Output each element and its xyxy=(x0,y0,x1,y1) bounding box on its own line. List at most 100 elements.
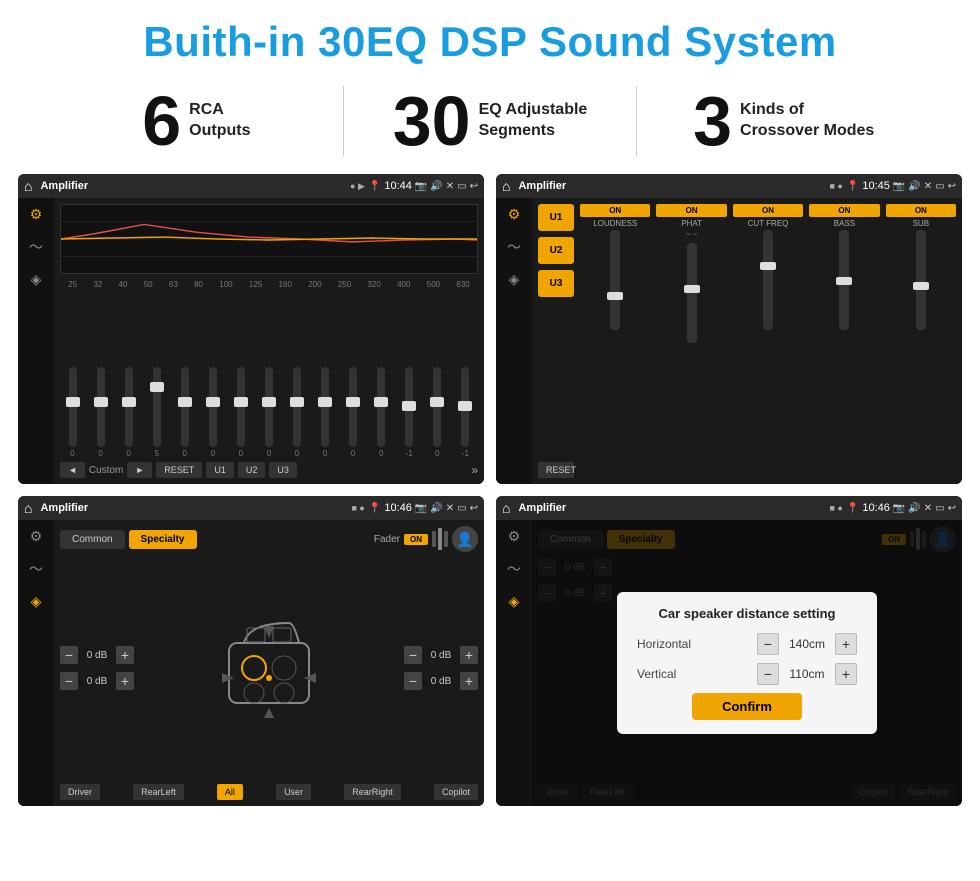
bass-on[interactable]: ON xyxy=(809,204,879,217)
vertical-plus[interactable]: + xyxy=(835,663,857,685)
u3-btn[interactable]: U3 xyxy=(538,270,574,297)
slider-val-7: 0 xyxy=(267,449,271,458)
vertical-minus[interactable]: − xyxy=(757,663,779,685)
driver-btn[interactable]: Driver xyxy=(60,784,100,800)
dialog-title: Car speaker distance setting xyxy=(637,606,857,621)
freq-50: 50 xyxy=(144,280,153,289)
wave-icon-4[interactable]: 〜 xyxy=(507,559,521,579)
common-tab[interactable]: Common xyxy=(60,530,125,549)
expand-icon[interactable]: » xyxy=(471,463,478,477)
slider-track-6[interactable] xyxy=(237,367,245,447)
minus-btn-4[interactable]: − xyxy=(404,672,422,690)
slider-track-13[interactable] xyxy=(433,367,441,447)
horizontal-plus[interactable]: + xyxy=(835,633,857,655)
sub-on[interactable]: ON xyxy=(886,204,956,217)
slider-track-8[interactable] xyxy=(293,367,301,447)
loudness-on[interactable]: ON xyxy=(580,204,650,217)
slider-track-14[interactable] xyxy=(461,367,469,447)
all-btn[interactable]: All xyxy=(217,784,243,800)
confirm-button[interactable]: Confirm xyxy=(692,693,802,720)
minus-btn-2[interactable]: − xyxy=(60,672,78,690)
plus-btn-3[interactable]: + xyxy=(460,646,478,664)
back-icon-4[interactable]: ↩ xyxy=(948,503,956,514)
screen1-body: ⚙ 〜 ◈ xyxy=(18,198,484,484)
back-icon-1[interactable]: ↩ xyxy=(470,181,478,192)
u1-button-1[interactable]: U1 xyxy=(206,462,234,478)
home-icon-4[interactable]: ⌂ xyxy=(502,500,510,516)
stat-label-rca: RCAOutputs xyxy=(189,100,250,142)
specialty-tab[interactable]: Specialty xyxy=(129,530,197,549)
u1-btn[interactable]: U1 xyxy=(538,204,574,231)
reset-button-1[interactable]: RESET xyxy=(156,462,202,478)
user-btn[interactable]: User xyxy=(276,784,311,800)
rearleft-btn[interactable]: RearLeft xyxy=(133,784,184,800)
vertical-row: Vertical − 110cm + xyxy=(637,663,857,685)
slider-track-12[interactable] xyxy=(405,367,413,447)
minus-btn-3[interactable]: − xyxy=(404,646,422,664)
dot-icons-3: ■ ● xyxy=(352,503,365,513)
home-icon-1[interactable]: ⌂ xyxy=(24,178,32,194)
user-icon-btn[interactable]: 👤 xyxy=(452,526,478,552)
prev-button[interactable]: ◄ xyxy=(60,462,85,478)
slider-track-10[interactable] xyxy=(349,367,357,447)
phat-slider[interactable] xyxy=(687,243,697,343)
slider-col-4: 0 xyxy=(172,367,197,458)
x-icon-2: ✕ xyxy=(924,181,932,192)
slider-track-0[interactable] xyxy=(69,367,77,447)
vol-controls-right: − 0 dB + − 0 dB + xyxy=(404,646,478,690)
plus-btn-2[interactable]: + xyxy=(116,672,134,690)
home-icon-2[interactable]: ⌂ xyxy=(502,178,510,194)
speaker-icon-3[interactable]: ◈ xyxy=(31,593,42,610)
plus-btn-1[interactable]: + xyxy=(116,646,134,664)
u2-button-1[interactable]: U2 xyxy=(238,462,266,478)
home-icon-3[interactable]: ⌂ xyxy=(24,500,32,516)
eq-sliders: 0 0 0 5 0 xyxy=(60,293,478,458)
slider-track-3[interactable] xyxy=(153,367,161,447)
back-icon-3[interactable]: ↩ xyxy=(470,503,478,514)
cutfreq-slider[interactable] xyxy=(763,230,773,330)
slider-val-1: 0 xyxy=(98,449,102,458)
eq-icon-3[interactable]: ⚙ xyxy=(30,528,43,545)
play-button[interactable]: ► xyxy=(127,462,152,478)
slider-track-4[interactable] xyxy=(181,367,189,447)
cutfreq-on[interactable]: ON xyxy=(733,204,803,217)
u2-btn[interactable]: U2 xyxy=(538,237,574,264)
wave-icon-2[interactable]: 〜 xyxy=(507,237,521,257)
slider-val-12: -1 xyxy=(406,449,413,458)
speaker-icon-4[interactable]: ◈ xyxy=(509,593,520,610)
stat-eq: 30 EQ AdjustableSegments xyxy=(354,86,627,156)
slider-track-7[interactable] xyxy=(265,367,273,447)
back-icon-2[interactable]: ↩ xyxy=(948,181,956,192)
loudness-label: LOUDNESS xyxy=(593,219,637,228)
plus-btn-4[interactable]: + xyxy=(460,672,478,690)
eq-icon-4[interactable]: ⚙ xyxy=(508,528,521,545)
copilot-btn[interactable]: Copilot xyxy=(434,784,478,800)
dot-icons-2: ■ ● xyxy=(830,181,843,191)
sub-slider[interactable] xyxy=(916,230,926,330)
slider-track-5[interactable] xyxy=(209,367,217,447)
slider-track-2[interactable] xyxy=(125,367,133,447)
slider-track-1[interactable] xyxy=(97,367,105,447)
bass-slider[interactable] xyxy=(839,230,849,330)
cam-icon-2: 📷 xyxy=(893,181,905,192)
wave-icon[interactable]: 〜 xyxy=(29,237,43,257)
bass-label: BASS xyxy=(834,219,855,228)
eq-icon-2[interactable]: ⚙ xyxy=(508,206,521,223)
u3-button-1[interactable]: U3 xyxy=(269,462,297,478)
x-icon-3: ✕ xyxy=(446,503,454,514)
slider-track-9[interactable] xyxy=(321,367,329,447)
rearright-btn[interactable]: RearRight xyxy=(344,784,401,800)
minus-btn-1[interactable]: − xyxy=(60,646,78,664)
slider-track-11[interactable] xyxy=(377,367,385,447)
screen4-body: ⚙ 〜 ◈ Common Specialty ON 👤 xyxy=(496,520,962,806)
phat-on[interactable]: ON xyxy=(656,204,726,217)
channel-bass: ON BASS xyxy=(809,204,879,478)
speaker-icon-2[interactable]: ◈ xyxy=(509,271,520,288)
eq-icon[interactable]: ⚙ xyxy=(30,206,43,223)
speaker-icon[interactable]: ◈ xyxy=(31,271,42,288)
x-icon-4: ✕ xyxy=(924,503,932,514)
horizontal-minus[interactable]: − xyxy=(757,633,779,655)
loudness-slider[interactable] xyxy=(610,230,620,330)
reset-btn-2[interactable]: RESET xyxy=(538,462,574,478)
wave-icon-3[interactable]: 〜 xyxy=(29,559,43,579)
